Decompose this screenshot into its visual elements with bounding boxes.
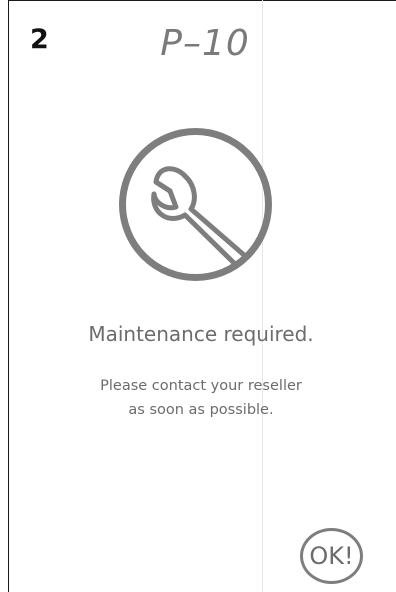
center-guide-line [262, 0, 263, 592]
maintenance-screen: 2 P–10 Maintenance required. Please cont… [0, 0, 396, 592]
instruction-line-2: as soon as possible. [128, 402, 274, 418]
left-border [8, 0, 9, 592]
top-border [8, 0, 396, 1]
step-number: 2 [30, 24, 49, 55]
screen-code: P–10 [160, 23, 250, 64]
maintenance-title: Maintenance required. [88, 322, 314, 346]
wrench-icon [118, 127, 273, 282]
instruction-line-1: Please contact your reseller [100, 378, 302, 394]
ok-button[interactable]: OK! [300, 528, 363, 584]
